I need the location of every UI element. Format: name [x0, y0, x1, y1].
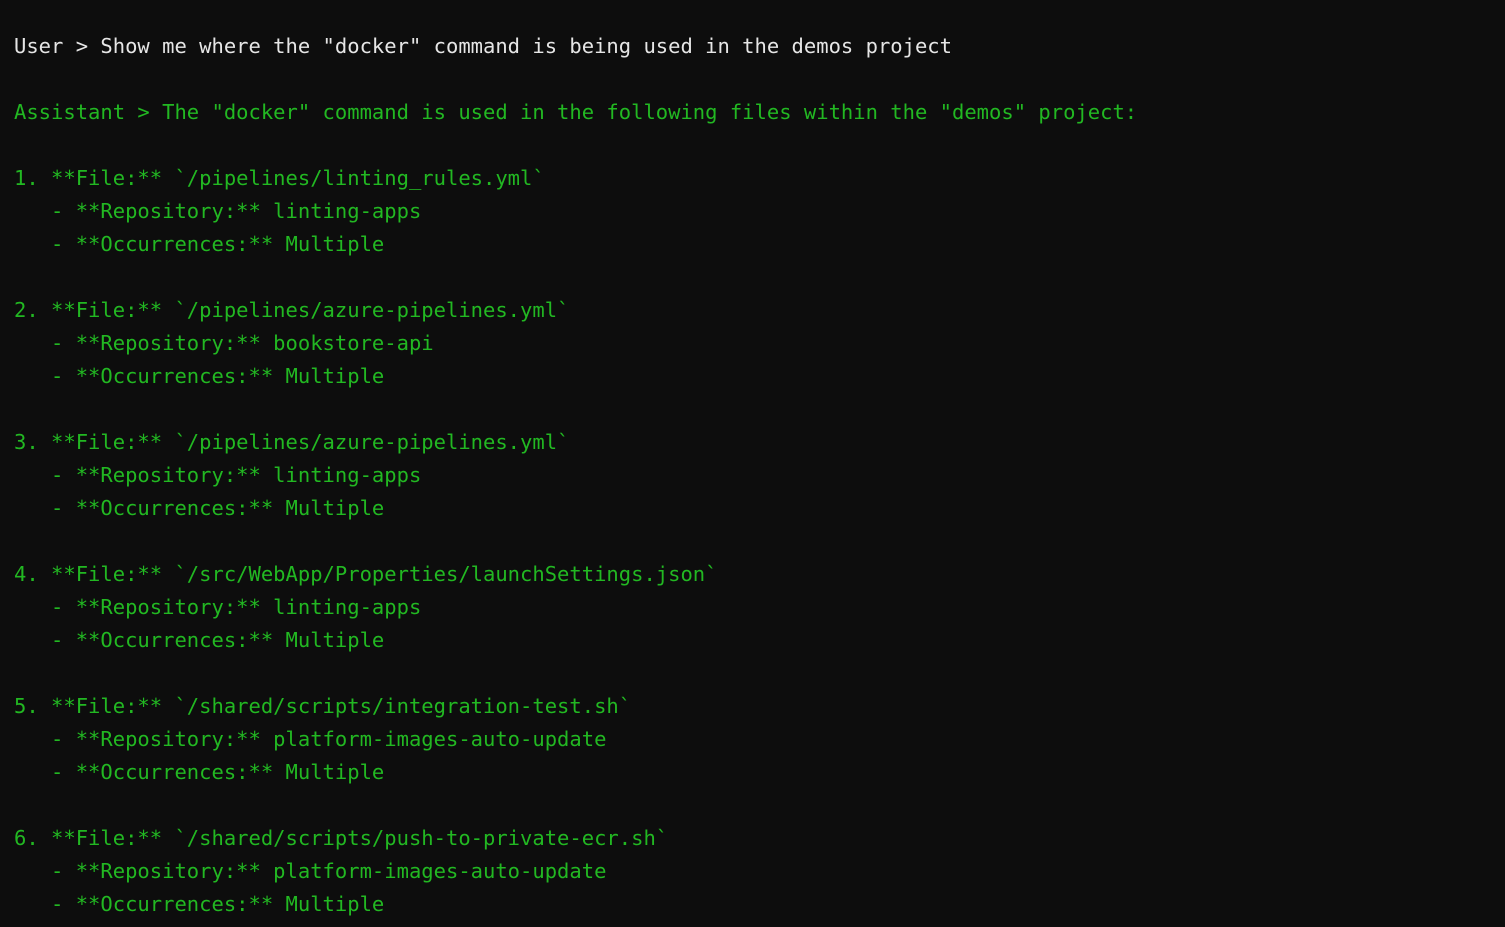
assistant-response-intro-line: Assistant > The "docker" command is used…	[14, 100, 1138, 124]
result-file-line: 6. **File:** `/shared/scripts/push-to-pr…	[14, 826, 669, 850]
result-repository-line: - **Repository:** linting-apps	[14, 595, 422, 619]
result-occurrences-line: - **Occurrences:** Multiple	[14, 496, 385, 520]
result-file-line: 5. **File:** `/shared/scripts/integratio…	[14, 694, 632, 718]
result-file-line: 3. **File:** `/pipelines/azure-pipelines…	[14, 430, 570, 454]
result-repository-line: - **Repository:** linting-apps	[14, 199, 422, 223]
result-file-line: 4. **File:** `/src/WebApp/Properties/lau…	[14, 562, 718, 586]
result-file-line: 1. **File:** `/pipelines/linting_rules.y…	[14, 166, 545, 190]
result-occurrences-line: - **Occurrences:** Multiple	[14, 628, 385, 652]
result-repository-line: - **Repository:** platform-images-auto-u…	[14, 727, 607, 751]
result-occurrences-line: - **Occurrences:** Multiple	[14, 364, 385, 388]
user-prompt-line: User > Show me where the "docker" comman…	[14, 34, 952, 58]
result-occurrences-line: - **Occurrences:** Multiple	[14, 892, 385, 916]
result-repository-line: - **Repository:** platform-images-auto-u…	[14, 859, 607, 883]
result-file-line: 2. **File:** `/pipelines/azure-pipelines…	[14, 298, 570, 322]
result-occurrences-line: - **Occurrences:** Multiple	[14, 232, 385, 256]
terminal-output-pane[interactable]: User > Show me where the "docker" comman…	[0, 0, 1505, 927]
result-repository-line: - **Repository:** linting-apps	[14, 463, 422, 487]
result-repository-line: - **Repository:** bookstore-api	[14, 331, 434, 355]
result-occurrences-line: - **Occurrences:** Multiple	[14, 760, 385, 784]
